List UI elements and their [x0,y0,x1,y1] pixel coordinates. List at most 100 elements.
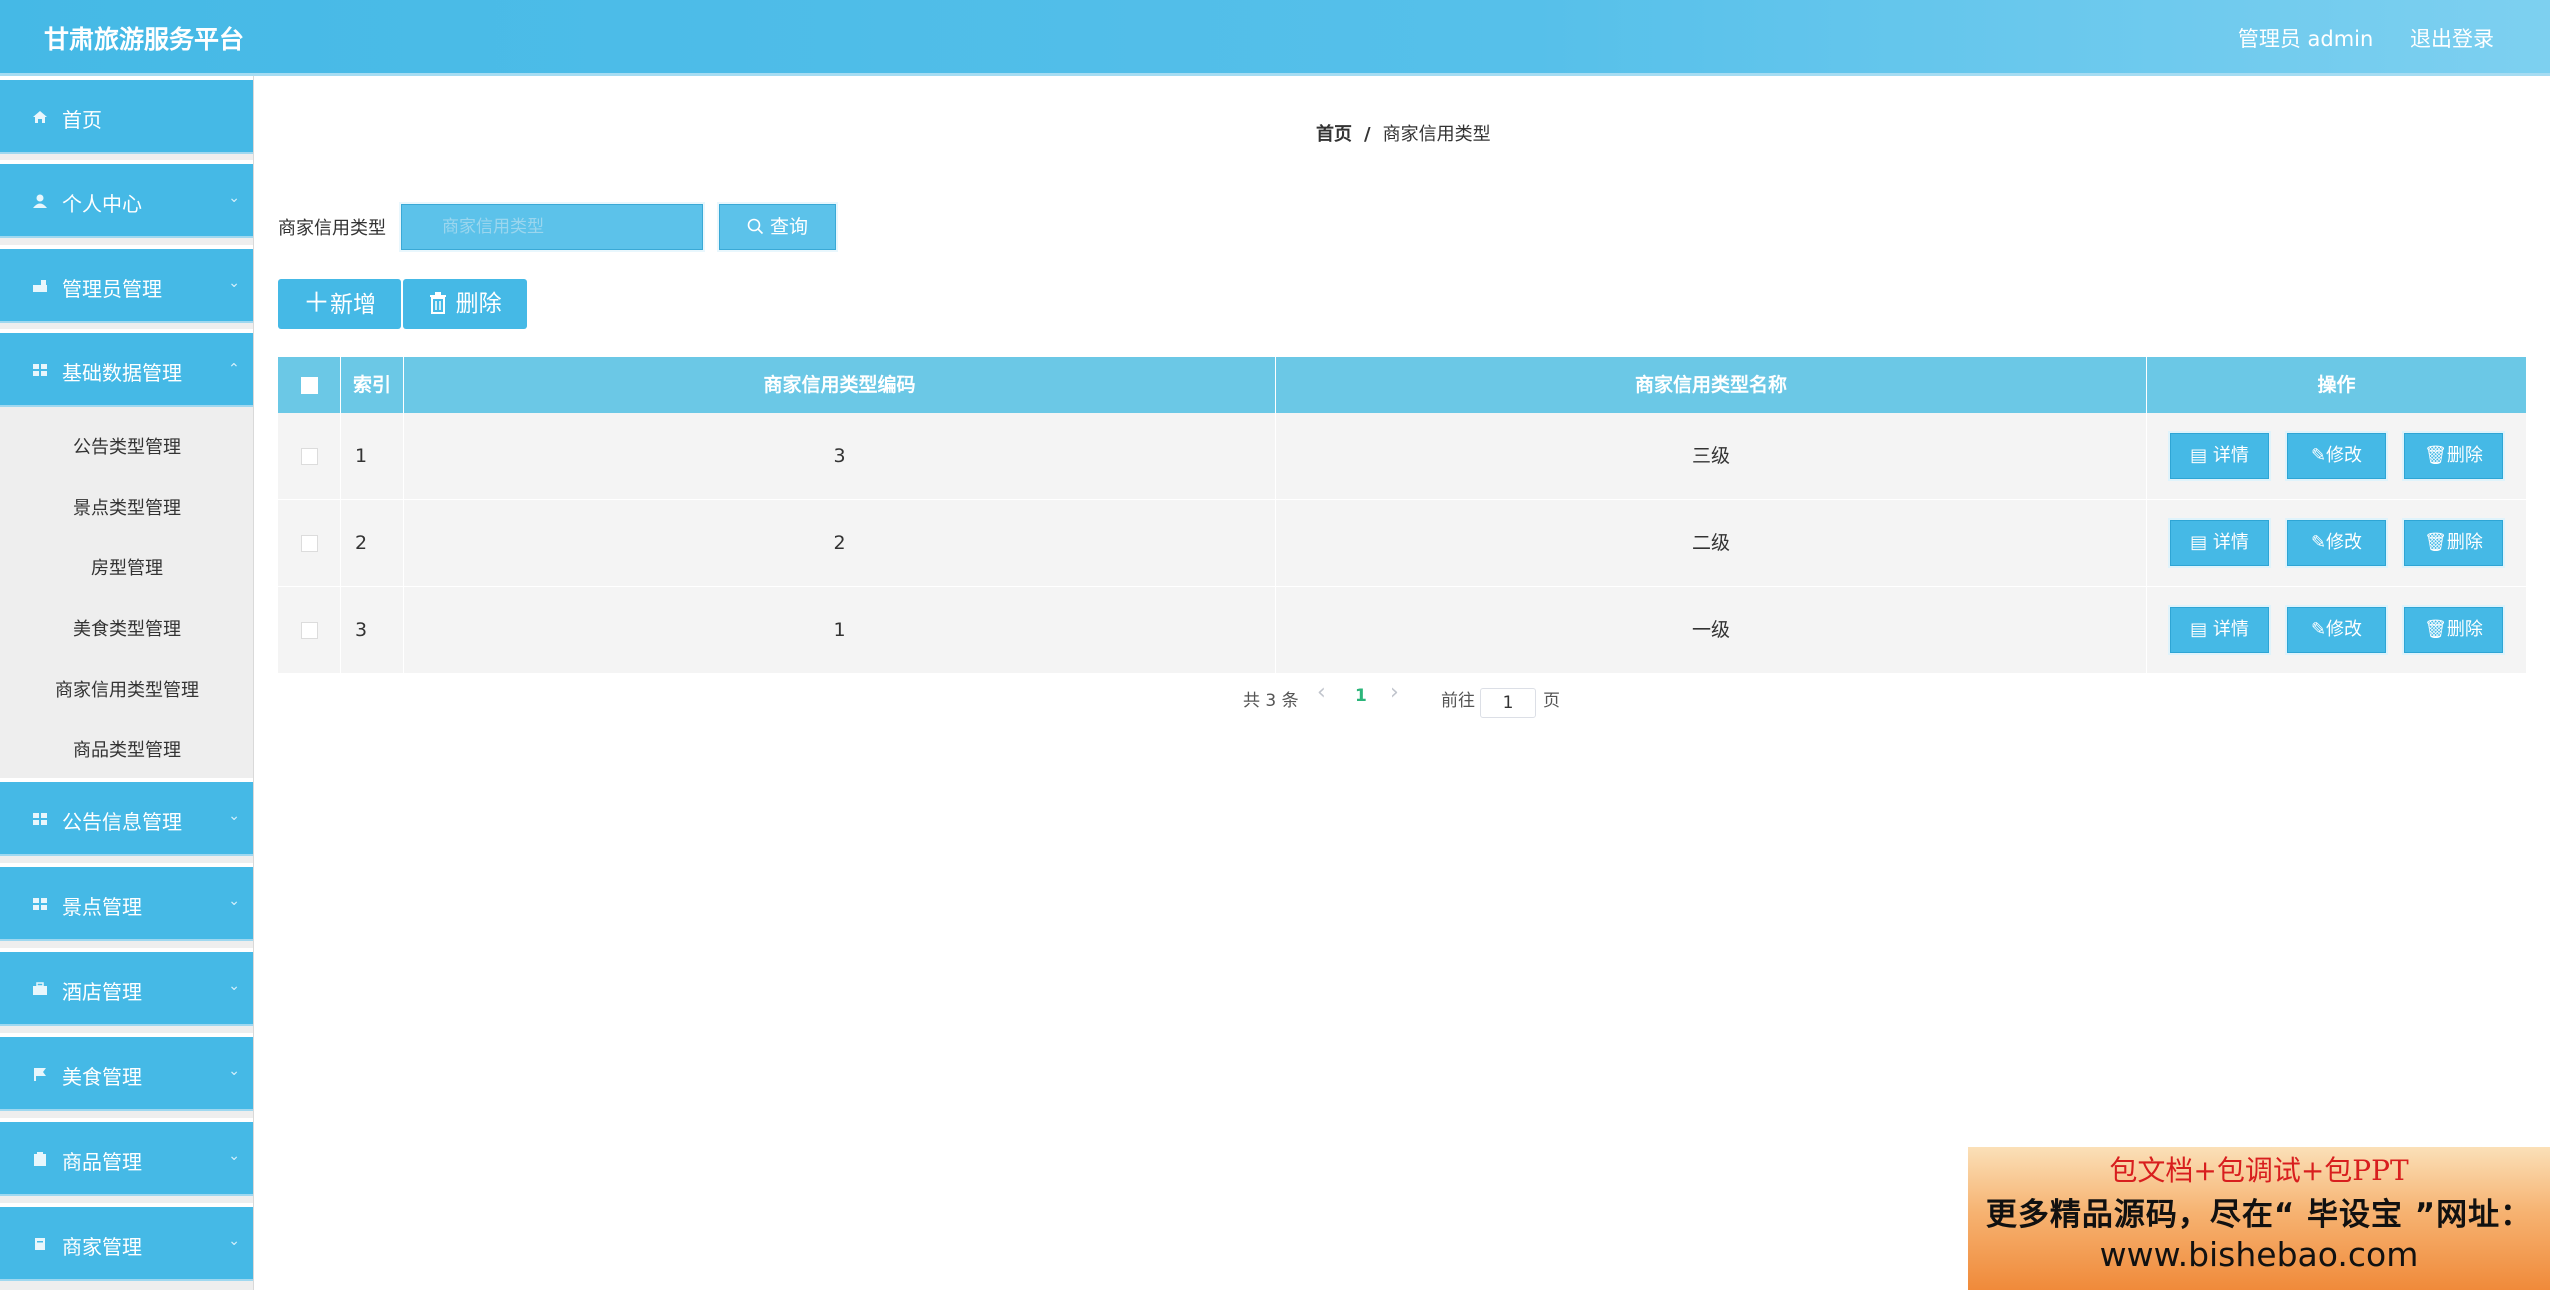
edit-button[interactable]: ✎修改 [2285,518,2388,568]
edit-button[interactable]: ✎修改 [2285,605,2388,655]
page-number-current[interactable]: 1 [1355,686,1367,706]
chevron-down-icon: ⌄ [228,190,240,206]
search-icon [747,218,764,235]
prev-page-button[interactable]: ‹ [1317,680,1326,705]
sidebar-item-scenic[interactable]: 景点管理 ⌄ [0,863,253,941]
delete-button[interactable]: 🗑删除 [2402,605,2505,655]
breadcrumb-current: 商家信用类型 [1382,124,1491,145]
submenu-goods-type[interactable]: 商品类型管理 [0,736,253,762]
detail-button[interactable]: ▤ 详情 [2168,518,2271,568]
sidebar-item-admins[interactable]: 管理员管理 ⌄ [0,245,253,323]
grid-icon [33,364,47,376]
cell-index: 2 [341,500,404,586]
chevron-down-icon: ⌄ [228,1148,240,1164]
delete-label: 删除 [2446,445,2483,466]
sidebar-item-home[interactable]: 首页 [0,76,253,154]
admin-icon [33,280,47,292]
sidebar-item-hotels[interactable]: 酒店管理 ⌄ [0,948,253,1026]
sidebar-item-label: 基础数据管理 [62,361,182,385]
sidebar-item-food[interactable]: 美食管理 ⌄ [0,1033,253,1111]
cell-name: 二级 [1276,500,2147,586]
cell-index: 1 [341,413,404,499]
batch-delete-button[interactable]: 删除 [403,279,527,329]
add-button[interactable]: ＋新增 [278,279,401,329]
delete-button-label: 删除 [455,291,502,317]
document-icon: ▤ [2190,445,2208,466]
clipboard-icon [34,1152,46,1166]
home-icon [33,111,47,123]
submenu-room-type[interactable]: 房型管理 [0,554,253,580]
select-all-checkbox[interactable] [300,377,318,394]
search-button[interactable]: 查询 [717,202,838,252]
cell-code: 2 [404,500,1276,586]
flag-icon [34,1068,46,1081]
detail-button[interactable]: ▤ 详情 [2168,605,2271,655]
trash-icon: 🗑 [2424,532,2447,553]
column-header-actions: 操作 [2317,374,2356,396]
detail-button[interactable]: ▤ 详情 [2168,431,2271,481]
delete-button[interactable]: 🗑删除 [2402,518,2505,568]
bookmark-icon [35,1238,45,1250]
sidebar-item-merchants[interactable]: 商家管理 ⌄ [0,1203,253,1281]
edit-label: 修改 [2326,445,2363,466]
submenu-scenic-type[interactable]: 景点类型管理 [0,494,253,520]
briefcase-icon [33,982,47,995]
page-unit-label: 页 [1543,691,1560,711]
sidebar-item-label: 商家管理 [62,1235,142,1259]
breadcrumb: 首页 / 商家信用类型 [1316,120,1491,146]
sidebar-item-goods[interactable]: 商品管理 ⌄ [0,1118,253,1196]
next-page-button[interactable]: › [1390,680,1399,705]
user-icon [33,194,47,208]
delete-button[interactable]: 🗑删除 [2402,431,2505,481]
cell-index: 3 [341,587,404,673]
breadcrumb-home[interactable]: 首页 [1316,124,1352,145]
chevron-down-icon: ⌄ [228,808,240,824]
trash-icon: 🗑 [2424,445,2447,466]
sidebar-item-label: 个人中心 [62,192,142,216]
chevron-down-icon: ⌄ [228,978,240,994]
header-user-area: 管理员 admin 退出登录 [2208,23,2494,53]
grid-icon [33,898,47,910]
submenu-food-type[interactable]: 美食类型管理 [0,615,253,641]
detail-label: 详情 [2212,445,2249,466]
ad-line-3: www.bishebao.com [2099,1235,2419,1274]
pencil-icon: ✎ [2310,445,2327,466]
row-checkbox[interactable] [300,535,318,552]
sidebar-item-profile[interactable]: 个人中心 ⌄ [0,160,253,238]
app-title: 甘肃旅游服务平台 [44,25,245,54]
submenu-merchant-credit-type[interactable]: 商家信用类型管理 [0,676,253,702]
trash-icon: 🗑 [2424,619,2447,640]
row-checkbox[interactable] [300,448,318,465]
trash-icon [430,292,447,314]
row-select-cell [278,587,341,673]
sidebar-item-label: 管理员管理 [62,277,162,301]
search-input[interactable]: 商家信用类型 [399,202,705,252]
top-header: 甘肃旅游服务平台 管理员 admin 退出登录 [0,0,2550,76]
sidebar-item-basic-data[interactable]: 基础数据管理 ⌄ [0,329,253,407]
cell-code: 3 [404,413,1276,499]
ad-line-2: 更多精品源码，尽在“ 毕设宝 ”网址： [1985,1197,2533,1233]
pencil-icon: ✎ [2310,619,2327,640]
logout-link[interactable]: 退出登录 [2410,27,2494,51]
delete-label: 删除 [2446,619,2483,640]
sidebar-item-label: 公告信息管理 [62,810,182,834]
cell-name: 一级 [1276,587,2147,673]
sidebar-item-label: 商品管理 [62,1150,142,1174]
ad-line-1: 包文档+包调试+包PPT [2109,1154,2409,1187]
submenu-notice-type[interactable]: 公告类型管理 [0,433,253,459]
sidebar: 首页 个人中心 ⌄ 管理员管理 ⌄ 基础数据管理 ⌄ 公告类型管理 景点类型管理… [0,76,254,1290]
grid-icon [33,813,47,825]
table-header: 索引 商家信用类型编码 商家信用类型名称 操作 [278,357,2526,413]
document-icon: ▤ [2190,532,2208,553]
row-checkbox[interactable] [300,622,318,639]
chevron-up-icon: ⌄ [228,359,240,375]
sidebar-item-label: 景点管理 [62,895,142,919]
sidebar-item-label: 酒店管理 [62,980,142,1004]
page-jump-input[interactable]: 1 [1480,688,1536,718]
sidebar-item-notices[interactable]: 公告信息管理 ⌄ [0,778,253,856]
row-select-cell [278,500,341,586]
pagination-total: 共 3 条 [1243,691,1299,711]
detail-label: 详情 [2212,619,2249,640]
chevron-down-icon: ⌄ [228,1063,240,1079]
edit-button[interactable]: ✎修改 [2285,431,2388,481]
